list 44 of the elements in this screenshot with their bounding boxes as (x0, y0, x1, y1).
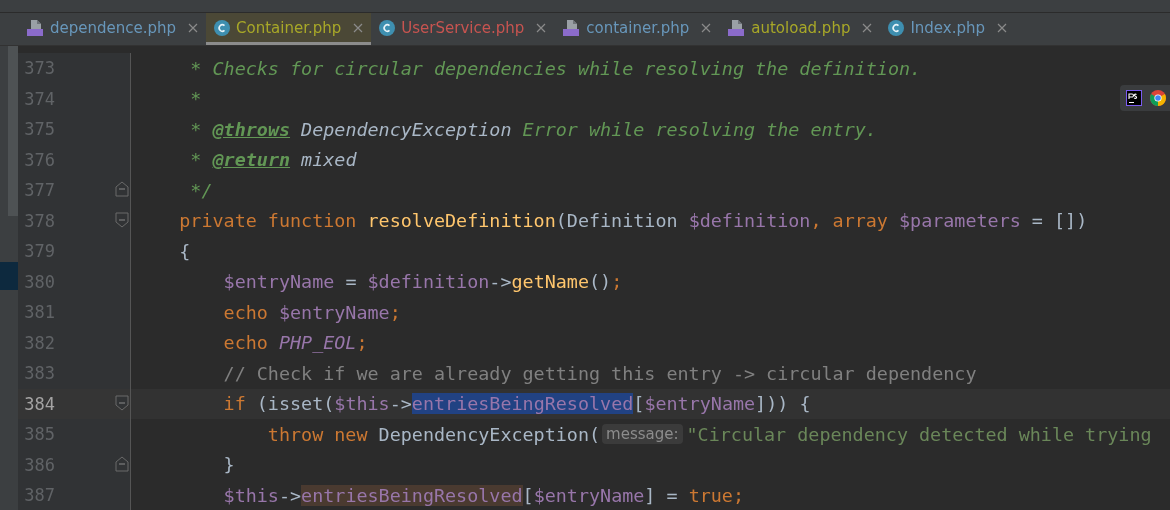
code-line: } (222, 454, 235, 476)
code-line: $entryName = $definition->getName(); (222, 271, 623, 293)
code-line: * Checks for circular dependencies while resolving the definition. (189, 57, 922, 79)
code-line: * @return mixed (189, 149, 357, 171)
code-line: */ (189, 179, 213, 201)
fold-icon[interactable] (115, 455, 129, 472)
close-icon[interactable] (188, 22, 199, 33)
php-file-icon (727, 18, 746, 37)
close-icon[interactable] (536, 22, 547, 33)
code-line: private function resolveDefinition(Definition $definition, array $parameters = []) (178, 210, 1088, 232)
selected-tree-row (0, 262, 18, 290)
class-icon (379, 19, 396, 36)
file-tab[interactable]: autoload.php (719, 13, 881, 45)
code-text: "Circular dependency detected while trying (686, 423, 1152, 445)
code-line: if (isset($this->entriesBeingResolved[$entryName])) { (222, 393, 811, 415)
close-icon[interactable] (353, 22, 364, 33)
fold-icon[interactable] (115, 211, 129, 228)
class-icon (214, 19, 231, 36)
fold-icon[interactable] (115, 394, 129, 411)
file-tab[interactable]: container.php (554, 13, 720, 45)
code-line: echo $entryName; (222, 301, 401, 323)
scrollbar-thumb[interactable] (8, 46, 18, 216)
chrome-icon[interactable] (1150, 90, 1166, 106)
file-tab[interactable]: UserService.php (371, 13, 555, 45)
php-file-icon (26, 18, 44, 37)
code-text: throw new DependencyException( (266, 423, 601, 445)
close-icon[interactable] (997, 22, 1008, 33)
code-line: * @throws DependencyException Error while resolving the entry. (189, 118, 877, 140)
file-tab[interactable]: dependence.php (18, 13, 207, 45)
close-icon[interactable] (701, 22, 712, 33)
close-icon[interactable] (862, 22, 873, 33)
parameter-hint: message: (602, 424, 683, 445)
file-tab[interactable]: Index.php (880, 13, 1016, 45)
file-tab[interactable]: Container.php (206, 13, 372, 45)
phpstorm-icon[interactable] (1126, 90, 1142, 106)
fold-icon[interactable] (115, 181, 129, 197)
code-line: * (189, 88, 202, 110)
code-line: // Check if we are already getting this entry -> circular dependency (222, 362, 977, 384)
code-line: $this->entriesBeingResolved[$entryName] = true; (222, 484, 745, 506)
code-line: { (178, 240, 191, 262)
code-line: echo PHP_EOL; (222, 332, 368, 354)
class-icon (888, 19, 905, 36)
php-file-icon (562, 18, 581, 37)
line-number: 384 (23, 393, 55, 414)
